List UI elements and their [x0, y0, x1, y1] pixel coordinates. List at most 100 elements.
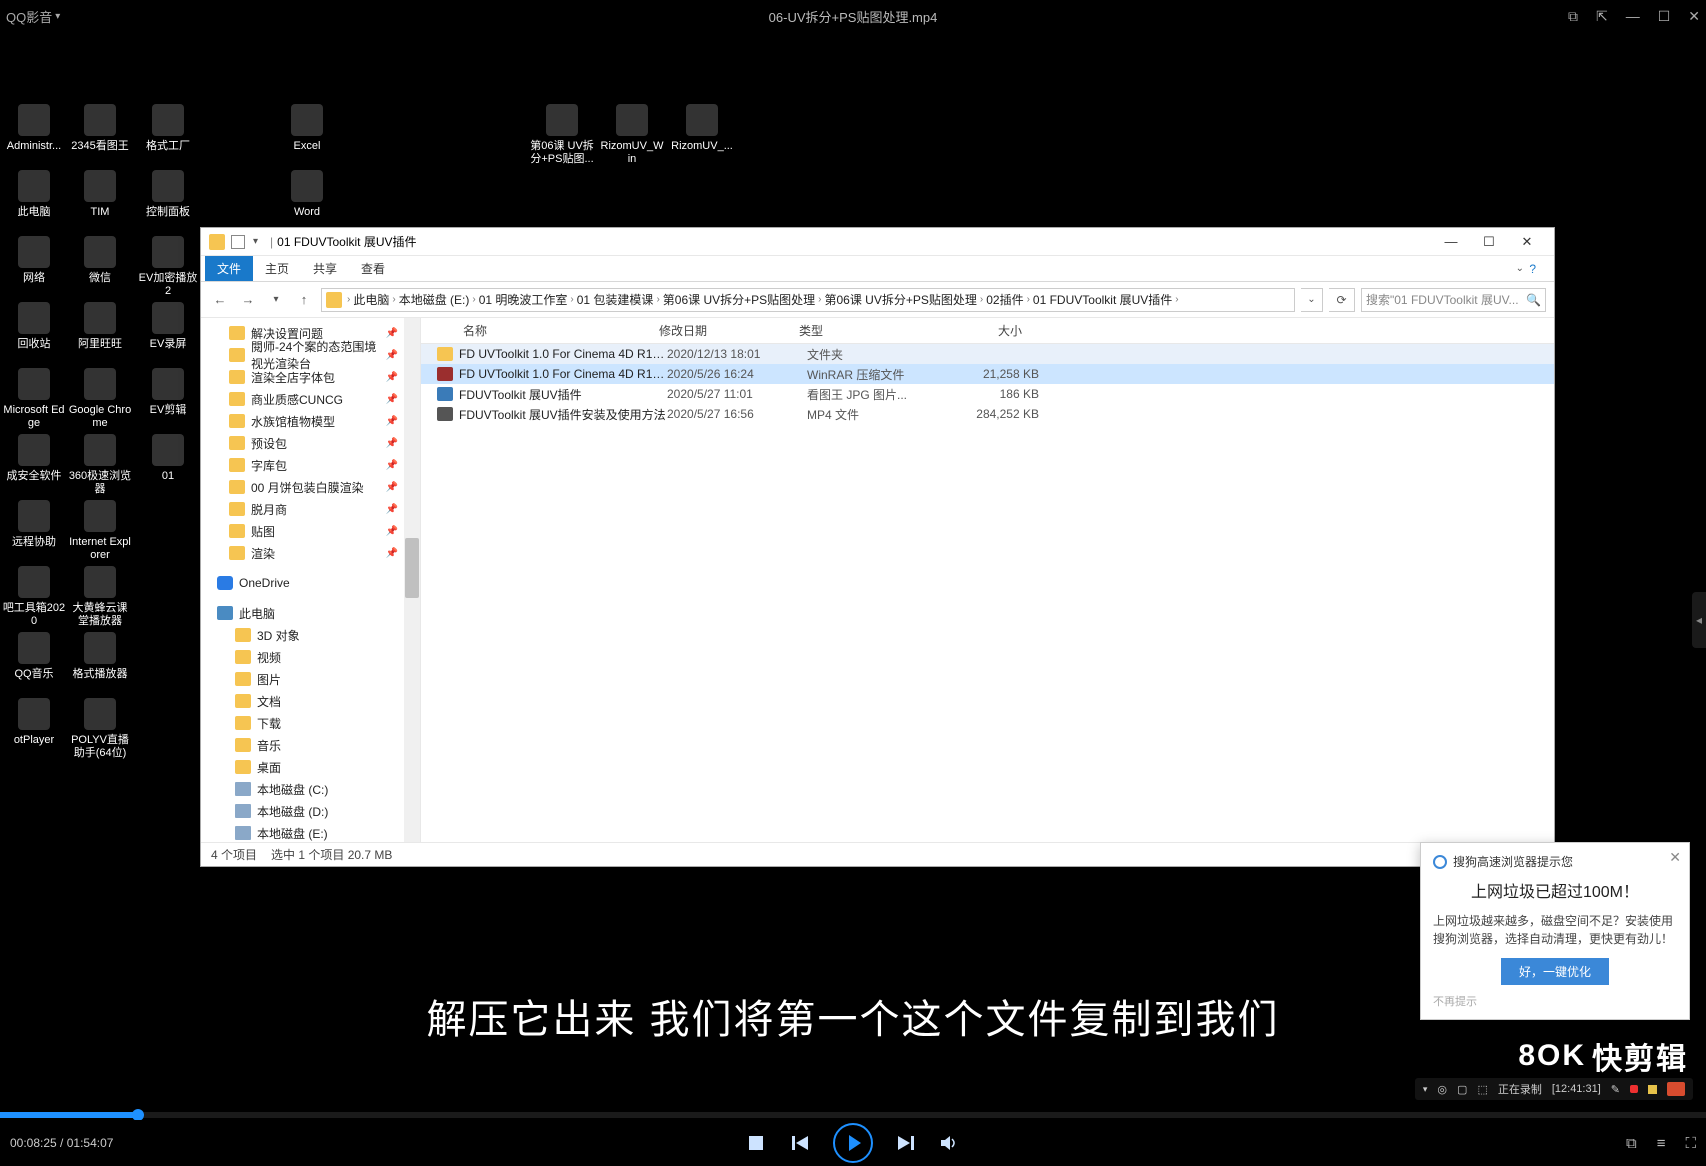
desktop-icon[interactable]: Word [275, 170, 339, 219]
playlist-button[interactable]: ≡ [1657, 1135, 1666, 1152]
address-bar[interactable]: › 此电脑› 本地磁盘 (E:)› 01 明晚波工作室› 01 包装建模课› 第… [321, 288, 1295, 312]
breadcrumb-seg[interactable]: 第06课 UV拆分+PS贴图处理 [825, 291, 977, 308]
tree-item[interactable]: 音乐 [201, 734, 420, 756]
explorer-minimize-button[interactable]: — [1432, 234, 1470, 249]
recorder-crop-icon[interactable]: ▢ [1457, 1083, 1467, 1096]
desktop-icon[interactable]: Microsoft Edge [2, 368, 66, 430]
desktop-icon[interactable]: QQ音乐 [2, 632, 66, 681]
maximize-icon[interactable]: ☐ [1658, 8, 1671, 25]
popup-noshow-link[interactable]: 不再提示 [1433, 993, 1677, 1009]
desktop-icon[interactable]: Administr... [2, 104, 66, 153]
minimize-icon[interactable]: — [1626, 8, 1640, 25]
desktop-icon[interactable]: 吧工具箱2020 [2, 566, 66, 628]
desktop-icon[interactable]: POLYV直播助手(64位) [68, 698, 132, 760]
tree-item[interactable]: 脱月商📌 [201, 498, 420, 520]
recorder-edit-icon[interactable]: ✎ [1611, 1083, 1620, 1096]
snapshot-button[interactable]: ⧉ [1626, 1135, 1637, 1152]
desktop-icon[interactable]: 360极速浏览器 [68, 434, 132, 496]
breadcrumb-seg[interactable]: 此电脑 [353, 291, 389, 308]
desktop-icon[interactable]: 格式播放器 [68, 632, 132, 681]
nav-up-button[interactable]: ↑ [293, 289, 315, 311]
tree-item[interactable]: 渲染📌 [201, 542, 420, 564]
explorer-search-input[interactable]: 搜索"01 FDUVToolkit 展UV... 🔍 [1361, 288, 1546, 312]
pin-icon[interactable]: ⇱ [1596, 8, 1608, 25]
col-name[interactable]: 名称 [421, 322, 651, 339]
tree-item[interactable]: 下载 [201, 712, 420, 734]
desktop-icon[interactable]: 2345看图王 [68, 104, 132, 153]
explorer-tree[interactable]: 解决设置问题📌閱师-24个案的态范围境视光渲染台📌渲染全店字体包📌商业质感CUN… [201, 318, 421, 842]
col-type[interactable]: 类型 [791, 322, 921, 339]
recorder-menu-icon[interactable]: ▾ [1423, 1084, 1428, 1095]
play-button[interactable] [833, 1123, 873, 1163]
side-expand-tab[interactable]: ◂ [1692, 592, 1706, 648]
desktop-icon[interactable]: 成安全软件 [2, 434, 66, 483]
nav-back-button[interactable]: ← [209, 289, 231, 311]
next-button[interactable] [895, 1132, 917, 1154]
breadcrumb-seg[interactable]: 01 包装建模课 [577, 291, 654, 308]
refresh-button[interactable]: ⟳ [1329, 288, 1355, 312]
desktop-icon[interactable]: RizomUV_... [670, 104, 734, 153]
breadcrumb-seg[interactable]: 01 FDUVToolkit 展UV插件 [1033, 291, 1172, 308]
desktop-icon[interactable]: 第06课 UV拆分+PS贴图... [530, 104, 594, 166]
tree-item[interactable]: 桌面 [201, 756, 420, 778]
nav-forward-button[interactable]: → [237, 289, 259, 311]
tree-item[interactable]: 商业质感CUNCG📌 [201, 388, 420, 410]
progress-bar[interactable] [0, 1112, 1706, 1118]
recorder-eye-icon[interactable]: ◎ [1437, 1083, 1447, 1096]
nav-recent-button[interactable]: ▾ [265, 289, 287, 311]
screen-recorder-bar[interactable]: ▾ ◎ ▢ ⬚ 正在录制 [12:41:31] ✎ [1415, 1078, 1693, 1100]
chevron-down-icon[interactable]: ▾ [253, 236, 258, 247]
ribbon-tab-home[interactable]: 主页 [253, 256, 301, 281]
desktop-icon[interactable]: 格式工厂 [136, 104, 200, 153]
fullscreen-button[interactable]: ⛶ [1685, 1135, 1696, 1152]
desktop-icon[interactable]: 大黄蜂云课堂播放器 [68, 566, 132, 628]
desktop-icon[interactable]: EV加密播放2 [136, 236, 200, 298]
address-dropdown-icon[interactable]: ⌄ [1301, 288, 1323, 312]
tree-thispc[interactable]: 此电脑 [201, 602, 420, 624]
desktop-icon[interactable]: 此电脑 [2, 170, 66, 219]
popup-close-button[interactable]: ✕ [1669, 849, 1681, 866]
pip-icon[interactable]: ⧉ [1568, 8, 1578, 25]
recorder-camera-icon[interactable] [1667, 1082, 1685, 1096]
desktop-icon[interactable]: EV录屏 [136, 302, 200, 351]
file-row[interactable]: FDUVToolkit 展UV插件2020/5/27 11:01看图王 JPG … [421, 384, 1554, 404]
tree-item[interactable]: 本地磁盘 (E:) [201, 822, 420, 842]
file-row[interactable]: FD UVToolkit 1.0 For Cinema 4D R19...202… [421, 364, 1554, 384]
tree-item[interactable]: 00 月饼包装白膜渲染📌 [201, 476, 420, 498]
breadcrumb-seg[interactable]: 02插件 [986, 291, 1023, 308]
col-date[interactable]: 修改日期 [651, 322, 791, 339]
popup-optimize-button[interactable]: 好，一键优化 [1501, 958, 1609, 985]
tree-item[interactable]: 文档 [201, 690, 420, 712]
file-row[interactable]: FD UVToolkit 1.0 For Cinema 4D R19...202… [421, 344, 1554, 364]
tree-item[interactable]: 图片 [201, 668, 420, 690]
tree-item[interactable]: 本地磁盘 (D:) [201, 800, 420, 822]
desktop-icon[interactable]: 01 [136, 434, 200, 483]
tree-item[interactable]: 视频 [201, 646, 420, 668]
desktop-icon[interactable]: TIM [68, 170, 132, 219]
tree-item[interactable]: 预设包📌 [201, 432, 420, 454]
tree-item[interactable]: 贴图📌 [201, 520, 420, 542]
stop-button[interactable] [745, 1132, 767, 1154]
tree-item[interactable]: 3D 对象 [201, 624, 420, 646]
app-name[interactable]: QQ影音 ▾ [6, 7, 60, 26]
volume-button[interactable] [939, 1132, 961, 1154]
explorer-titlebar[interactable]: ▾ | 01 FDUVToolkit 展UV插件 — ☐ ✕ [201, 228, 1554, 256]
desktop-icon[interactable]: Internet Explorer [68, 500, 132, 562]
ribbon-tab-view[interactable]: 查看 [349, 256, 397, 281]
scrollbar-thumb[interactable] [405, 538, 419, 598]
explorer-maximize-button[interactable]: ☐ [1470, 234, 1508, 250]
explorer-close-button[interactable]: ✕ [1508, 234, 1546, 250]
desktop-icon[interactable]: RizomUV_Win [600, 104, 664, 166]
column-headers[interactable]: 名称 修改日期 类型 大小 [421, 318, 1554, 344]
breadcrumb-seg[interactable]: 本地磁盘 (E:) [399, 291, 470, 308]
tree-scrollbar[interactable] [404, 318, 420, 842]
tree-onedrive[interactable]: OneDrive [201, 572, 420, 594]
desktop-icon[interactable]: 微信 [68, 236, 132, 285]
recorder-frame-icon[interactable]: ⬚ [1477, 1083, 1487, 1096]
desktop-icon[interactable]: 阿里旺旺 [68, 302, 132, 351]
breadcrumb-seg[interactable]: 第06课 UV拆分+PS贴图处理 [663, 291, 815, 308]
desktop-icon[interactable]: Excel [275, 104, 339, 153]
desktop-icon[interactable]: 网络 [2, 236, 66, 285]
recorder-stop-icon[interactable] [1648, 1085, 1657, 1094]
close-icon[interactable]: ✕ [1688, 8, 1700, 25]
